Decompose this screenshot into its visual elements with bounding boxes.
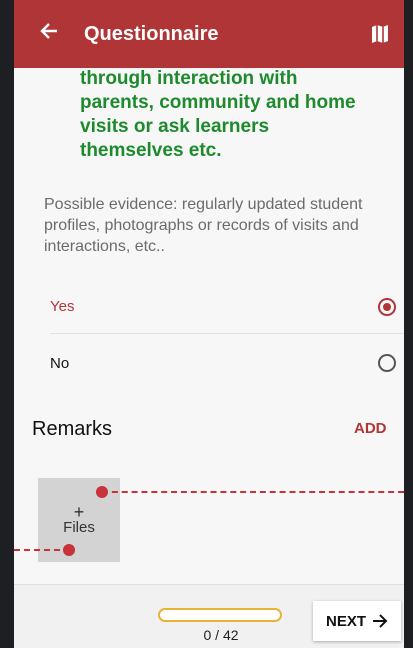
next-label: NEXT (325, 612, 366, 630)
plus-icon: + (73, 502, 85, 522)
page-title: Questionnaire (84, 22, 219, 45)
back-button[interactable] (14, 0, 84, 68)
question-text: through interaction with parents, commun… (80, 68, 356, 161)
option-no-label: No (50, 354, 70, 372)
right-edge (404, 0, 413, 648)
add-remarks-button[interactable]: ADD (354, 420, 387, 437)
annotation-line-right (102, 491, 404, 493)
option-no[interactable]: No (50, 336, 404, 390)
progress-bar (158, 608, 282, 622)
option-yes-label: Yes (50, 298, 75, 315)
arrow-left-icon (40, 23, 57, 39)
possible-evidence-text: Possible evidence: regularly updated stu… (44, 196, 363, 255)
annotation-line-left (14, 549, 70, 551)
files-label: Files (63, 519, 95, 536)
map-icon (372, 25, 388, 43)
next-button[interactable]: NEXT (313, 601, 401, 641)
left-edge (0, 0, 14, 648)
top-app-bar: Questionnaire (14, 0, 404, 68)
map-button[interactable] (356, 24, 404, 44)
radio-unselected-icon[interactable] (378, 354, 396, 372)
annotation-dot-lower (63, 544, 75, 556)
option-yes[interactable]: Yes (50, 280, 404, 334)
bottom-navigation-bar: 0 / 42 NEXT (14, 584, 404, 648)
progress-count: 0 / 42 (203, 627, 239, 643)
annotation-dot-upper (96, 486, 108, 498)
remarks-heading: Remarks (32, 418, 113, 440)
app-screen: Questionnaire through interaction with p… (14, 0, 404, 648)
arrow-right-icon (373, 614, 388, 628)
radio-selected-icon[interactable] (378, 297, 396, 316)
